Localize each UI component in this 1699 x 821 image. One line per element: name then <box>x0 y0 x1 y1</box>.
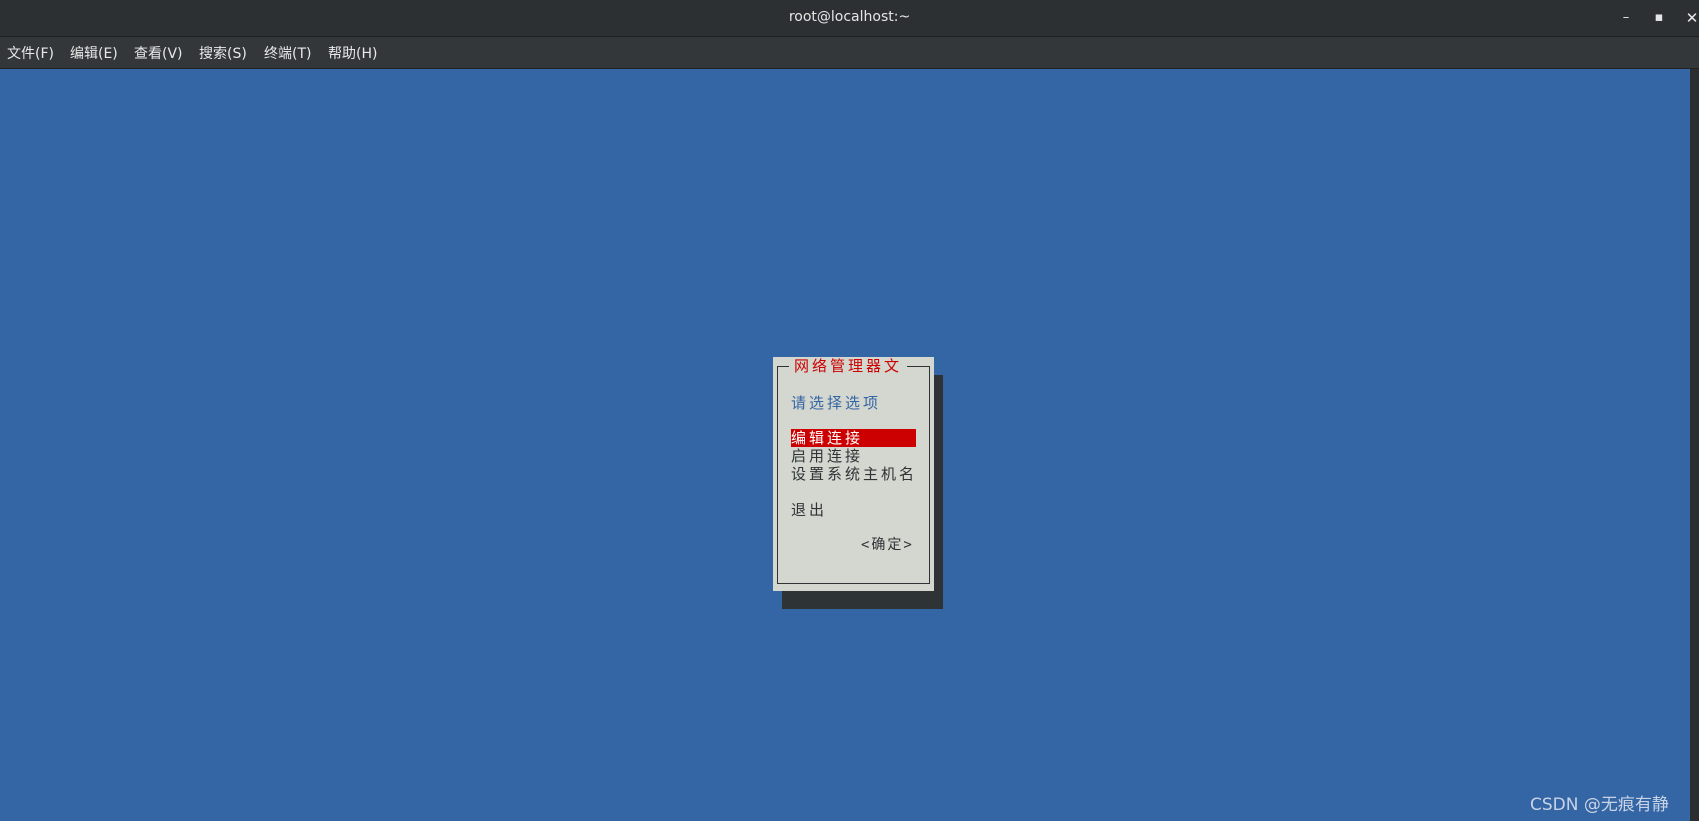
menu-view[interactable]: 查看(V) <box>132 43 185 63</box>
option-set-hostname[interactable]: 设置系统主机名 <box>791 465 916 483</box>
watermark: CSDN @无痕有静 <box>1530 795 1669 815</box>
window-title: root@localhost:~ <box>788 9 911 25</box>
terminal-scrollbar[interactable] <box>1690 69 1699 821</box>
menu-edit[interactable]: 编辑(E) <box>68 43 120 63</box>
menu-search[interactable]: 搜索(S) <box>197 43 249 63</box>
option-edit-connection[interactable]: 编辑连接 <box>791 429 916 447</box>
menu-terminal[interactable]: 终端(T) <box>262 43 313 63</box>
menu-bar: 文件(F) 编辑(E) 查看(V) 搜索(S) 终端(T) 帮助(H) <box>0 37 1699 69</box>
dialog-prompt: 请选择选项 <box>791 394 882 412</box>
dialog-title: 网络管理器文 <box>789 357 908 375</box>
menu-help[interactable]: 帮助(H) <box>326 43 379 63</box>
option-quit[interactable]: 退出 <box>791 501 916 519</box>
option-activate-connection[interactable]: 启用连接 <box>791 447 916 465</box>
close-icon[interactable]: ✕ <box>1680 6 1699 30</box>
window-titlebar[interactable]: root@localhost:~ – ▪ ✕ <box>0 0 1699 37</box>
minimize-icon[interactable]: – <box>1614 6 1638 30</box>
maximize-icon[interactable]: ▪ <box>1647 6 1671 30</box>
menu-file[interactable]: 文件(F) <box>5 43 56 63</box>
network-manager-dialog: 网络管理器文 请选择选项 编辑连接 启用连接 设置系统主机名 退出 <确定> <box>773 357 934 591</box>
ok-button[interactable]: <确定> <box>861 534 914 554</box>
